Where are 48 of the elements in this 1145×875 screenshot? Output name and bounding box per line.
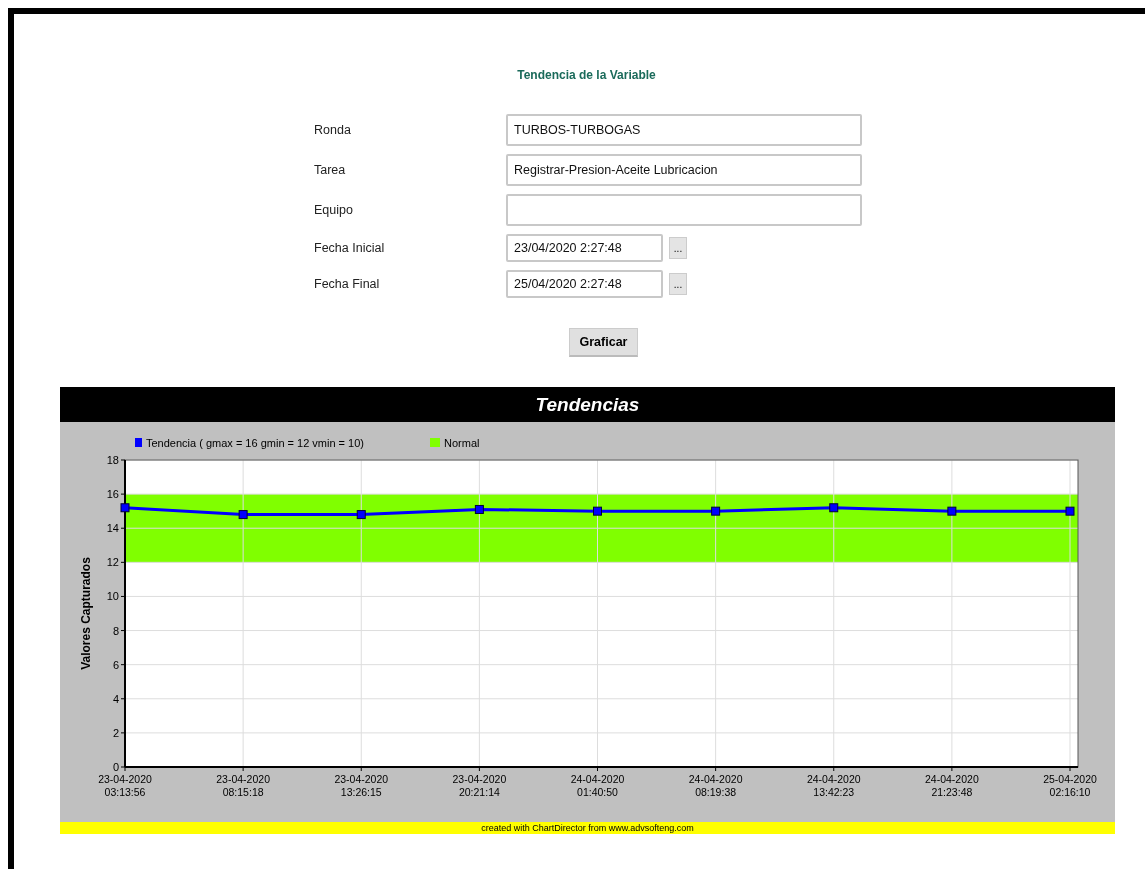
x-tick-label: 23-04-2020 08:15:18: [216, 773, 270, 798]
data-point: [711, 506, 721, 516]
data-point: [120, 503, 130, 513]
y-axis-title: Valores Capturados: [79, 557, 93, 670]
y-tick-label: 18: [106, 454, 119, 466]
y-tick-label: 4: [112, 692, 119, 705]
chart-header: Tendencias: [60, 387, 1115, 422]
text-field[interactable]: [506, 194, 862, 226]
legend-swatch: [430, 438, 440, 447]
x-tick-label: 23-04-2020 13:26:15: [334, 773, 389, 798]
text-field[interactable]: Registrar-Presion-Aceite Lubricacion: [506, 154, 862, 186]
x-tick-label: 24-04-2020 01:40:50: [570, 773, 625, 798]
date-picker-button[interactable]: ...: [669, 273, 687, 295]
field-label: Ronda: [314, 123, 352, 137]
y-tick-label: 10: [106, 590, 119, 603]
chart-credit: created with ChartDirector from www.advsofteng.com: [60, 822, 1115, 834]
y-tick-label: 6: [112, 658, 119, 671]
graph-button[interactable]: Graficar: [568, 328, 639, 357]
text-field[interactable]: TURBOS-TURBOGAS: [506, 114, 862, 146]
y-tick-label: 8: [112, 624, 119, 637]
field-label: Fecha Inicial: [314, 241, 386, 255]
field-label: Tarea: [314, 163, 347, 177]
x-tick-label: 23-04-2020 03:13:56: [98, 773, 152, 798]
legend-label: Normal: [444, 437, 480, 449]
x-tick-label: 24-04-2020 08:19:38: [688, 773, 743, 798]
date-field[interactable]: 25/04/2020 2:27:48: [506, 270, 663, 298]
x-tick-label: 24-04-2020 13:42:23: [806, 773, 861, 798]
x-tick-label: 23-04-2020 20:21:14: [452, 773, 507, 798]
x-tick-label: 24-04-2020 21:23:48: [925, 773, 979, 798]
data-point: [1065, 506, 1075, 516]
y-tick-label: 0: [112, 761, 119, 773]
date-field[interactable]: 23/04/2020 2:27:48: [506, 234, 663, 262]
y-tick-label: 12: [106, 556, 119, 569]
field-label: Fecha Final: [314, 277, 381, 291]
x-tick-label: 25-04-2020 02:16:10: [1043, 773, 1097, 798]
y-tick-label: 16: [106, 488, 119, 501]
data-point: [238, 510, 248, 520]
legend-label: Tendencia ( gmax = 16 gmin = 12 vmin = 10): [146, 437, 364, 449]
data-point: [356, 510, 366, 520]
data-point: [474, 504, 484, 514]
page-title: Tendencia de la Variable: [516, 68, 657, 82]
y-tick-label: 14: [106, 522, 119, 535]
field-label: Equipo: [314, 203, 354, 217]
data-point: [829, 503, 839, 513]
data-point: [593, 506, 602, 516]
data-point: [947, 506, 957, 516]
date-picker-button[interactable]: ...: [669, 237, 687, 259]
y-tick-label: 2: [112, 726, 119, 739]
